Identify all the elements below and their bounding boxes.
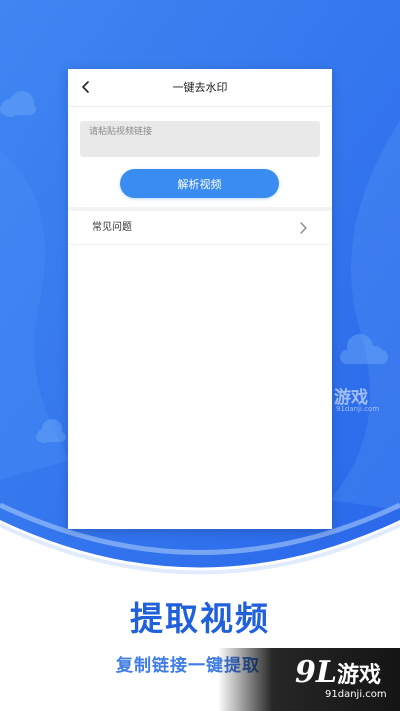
- faq-list-item[interactable]: 常见问题: [68, 212, 332, 245]
- watermark-text-bottom: 游戏: [336, 662, 381, 688]
- nav-bar: 一键去水印: [68, 69, 332, 107]
- watermark-number: 9L: [292, 378, 334, 413]
- watermark-logo-bottom: 9L 游戏 91danji.com: [295, 655, 387, 700]
- page-title: 一键去水印: [172, 81, 228, 94]
- watermark-logo: 9L 游戏 91danji.com: [292, 378, 379, 413]
- video-link-input[interactable]: [80, 121, 320, 157]
- faq-label: 常见问题: [92, 222, 132, 233]
- caption-title: 提取视频: [130, 599, 270, 638]
- chevron-right-icon: [300, 222, 307, 234]
- app-screen: 一键去水印 解析视频 常见问题: [68, 69, 332, 529]
- parse-video-button[interactable]: 解析视频: [120, 169, 279, 198]
- watermark-number-bottom: 9L: [295, 655, 337, 690]
- section-divider: [68, 207, 332, 211]
- watermark-domain: 91danji.com: [336, 405, 380, 413]
- watermark-domain-bottom: 91danji.com: [325, 689, 387, 700]
